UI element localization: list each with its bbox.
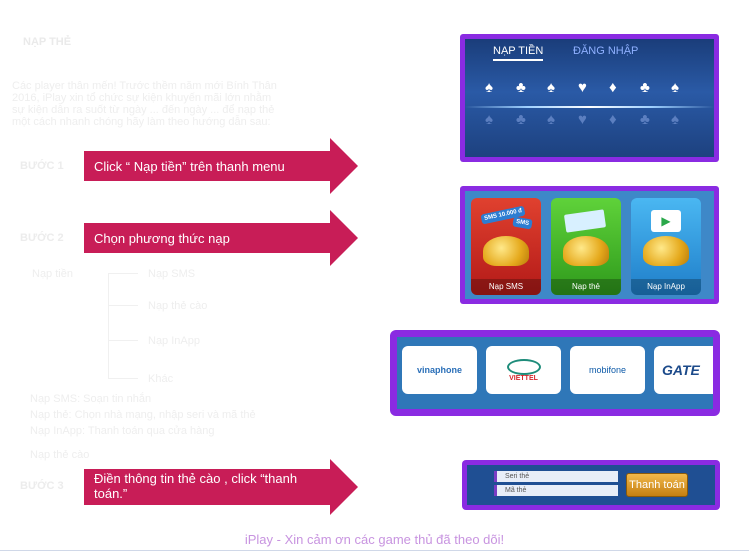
- submit-payment-button[interactable]: Thanh toán: [626, 473, 688, 497]
- serial-input[interactable]: Seri thẻ: [494, 471, 618, 482]
- step-2-label: Chọn phương thức nạp: [94, 230, 230, 246]
- heart-icon: ♥: [578, 79, 587, 96]
- step-2-banner: Chọn phương thức nạp: [84, 223, 320, 253]
- google-play-icon: ▶: [651, 210, 681, 232]
- gate-label: GATE: [662, 362, 700, 378]
- heart-icon: ♥: [578, 111, 587, 128]
- tree-trunk: [108, 273, 109, 379]
- tree-item: Nạp InApp: [148, 335, 200, 347]
- step-3-heading: BƯỚC 3: [20, 480, 64, 492]
- carrier-gate[interactable]: GATE: [654, 346, 713, 394]
- menu-bar: NẠP TIỀN ĐĂNG NHẬP ♠ ♣ ♠ ♥ ♦ ♣ ♠ ♠ ♣ ♠ ♥…: [465, 39, 714, 157]
- pay-card-label: Nạp thẻ: [551, 279, 621, 295]
- intro-line: Các player thân mến! Trước thềm năm mới …: [12, 80, 277, 92]
- note-line: Nạp SMS: Soạn tin nhắn: [30, 393, 152, 405]
- payment-method-panel: SMS 10.000 đ SMS Nạp SMS Nạp thẻ ▶ Nạp I…: [460, 186, 719, 304]
- article-intro: Các player thân mến! Trước thềm năm mới …: [12, 80, 372, 128]
- pay-inapp-label: Nạp InApp: [631, 279, 701, 295]
- menu-glow-line: [465, 106, 714, 108]
- step-1-arrow-icon: [330, 138, 358, 194]
- diamond-icon: ♦: [609, 111, 617, 128]
- coins-icon: [563, 236, 609, 266]
- step-3-label: Điền thông tin thẻ cào , click “thanh to…: [94, 471, 298, 501]
- scratch-card-icon: [563, 209, 607, 233]
- step-1-heading: BƯỚC 1: [20, 160, 64, 172]
- tab-nap-tien[interactable]: NẠP TIỀN: [493, 45, 544, 61]
- club-icon: ♣: [640, 111, 650, 128]
- vinaphone-label: vinaphone: [416, 365, 462, 375]
- tree-branch: [108, 273, 138, 274]
- intro-line: một cách nhanh chóng hãy làm theo hướng …: [12, 116, 271, 128]
- spade-icon: ♠: [485, 111, 493, 128]
- step-1-banner: Click “ Nạp tiền” trên thanh menu: [84, 151, 320, 181]
- step-3-arrow-stem: [320, 469, 330, 505]
- sms-tag: SMS: [512, 216, 533, 230]
- intro-line: 2016, iPlay xin tổ chức sự kiện khuyến m…: [12, 92, 272, 104]
- article-notes: Nạp SMS: Soạn tin nhắn Nạp thẻ: Chọn nhà…: [30, 393, 310, 461]
- card-form-panel: Seri thẻ Mã thẻ Thanh toán: [462, 460, 720, 510]
- coins-icon: [643, 236, 689, 266]
- pay-sms-card[interactable]: SMS 10.000 đ SMS Nạp SMS: [471, 198, 541, 295]
- viettel-label: VIETTEL: [509, 374, 538, 382]
- diamond-icon: ♦: [609, 79, 617, 96]
- spade-icon: ♠: [547, 79, 555, 96]
- card-code-input[interactable]: Mã thẻ: [494, 485, 618, 496]
- step-2-heading: BƯỚC 2: [20, 232, 64, 244]
- tree-item: Khác: [148, 373, 174, 385]
- carrier-panel: vinaphone VIETTEL mobifone GATE: [390, 330, 720, 416]
- carrier-viettel[interactable]: VIETTEL: [486, 346, 561, 394]
- step-3-banner: Điền thông tin thẻ cào , click “thanh to…: [84, 469, 320, 505]
- tree-root: Nạp tiền: [32, 268, 73, 280]
- bottom-divider: [0, 550, 749, 551]
- tree-branch: [108, 378, 138, 379]
- club-icon: ♣: [516, 79, 526, 96]
- tree-item: Nạp thẻ cào: [148, 300, 208, 312]
- footer-message: iPlay - Xin cảm ơn các game thủ đã theo …: [244, 532, 505, 547]
- spade-icon: ♠: [485, 79, 493, 96]
- viettel-logo-icon: [506, 358, 541, 375]
- club-icon: ♣: [640, 79, 650, 96]
- spade-icon: ♠: [671, 111, 679, 128]
- carrier-vinaphone[interactable]: vinaphone: [402, 346, 477, 394]
- intro-line: sự kiện dẫn ra suốt từ ngày ... đến ngày…: [12, 104, 275, 116]
- menu-panel: NẠP TIỀN ĐĂNG NHẬP ♠ ♣ ♠ ♥ ♦ ♣ ♠ ♠ ♣ ♠ ♥…: [460, 34, 719, 162]
- step-3-arrow-icon: [330, 459, 358, 515]
- note-line: Nạp thẻ: Chọn nhà mạng, nhập seri và mã …: [30, 409, 256, 421]
- step-2-arrow-icon: [330, 210, 358, 266]
- tree-item: Nạp SMS: [148, 268, 196, 280]
- tree-branch: [108, 340, 138, 341]
- article-heading: NẠP THẺ: [23, 36, 72, 48]
- step-2-arrow-stem: [320, 223, 330, 253]
- tab-dang-nhap[interactable]: ĐĂNG NHẬP: [573, 45, 638, 57]
- note-line: Nạp thẻ cào: [30, 449, 90, 461]
- spade-icon: ♠: [547, 111, 555, 128]
- pay-sms-label: Nạp SMS: [471, 279, 541, 295]
- mobifone-label: mobifone: [588, 365, 627, 375]
- spade-icon: ♠: [671, 79, 679, 96]
- coins-icon: [483, 236, 529, 266]
- pay-card-card[interactable]: Nạp thẻ: [551, 198, 621, 295]
- step-1-label: Click “ Nạp tiền” trên thanh menu: [94, 158, 285, 174]
- carrier-mobifone[interactable]: mobifone: [570, 346, 645, 394]
- tree-branch: [108, 305, 138, 306]
- step-1-arrow-stem: [320, 151, 330, 181]
- note-line: Nạp InApp: Thanh toán qua cửa hàng: [30, 425, 215, 437]
- pay-inapp-card[interactable]: ▶ Nạp InApp: [631, 198, 701, 295]
- club-icon: ♣: [516, 111, 526, 128]
